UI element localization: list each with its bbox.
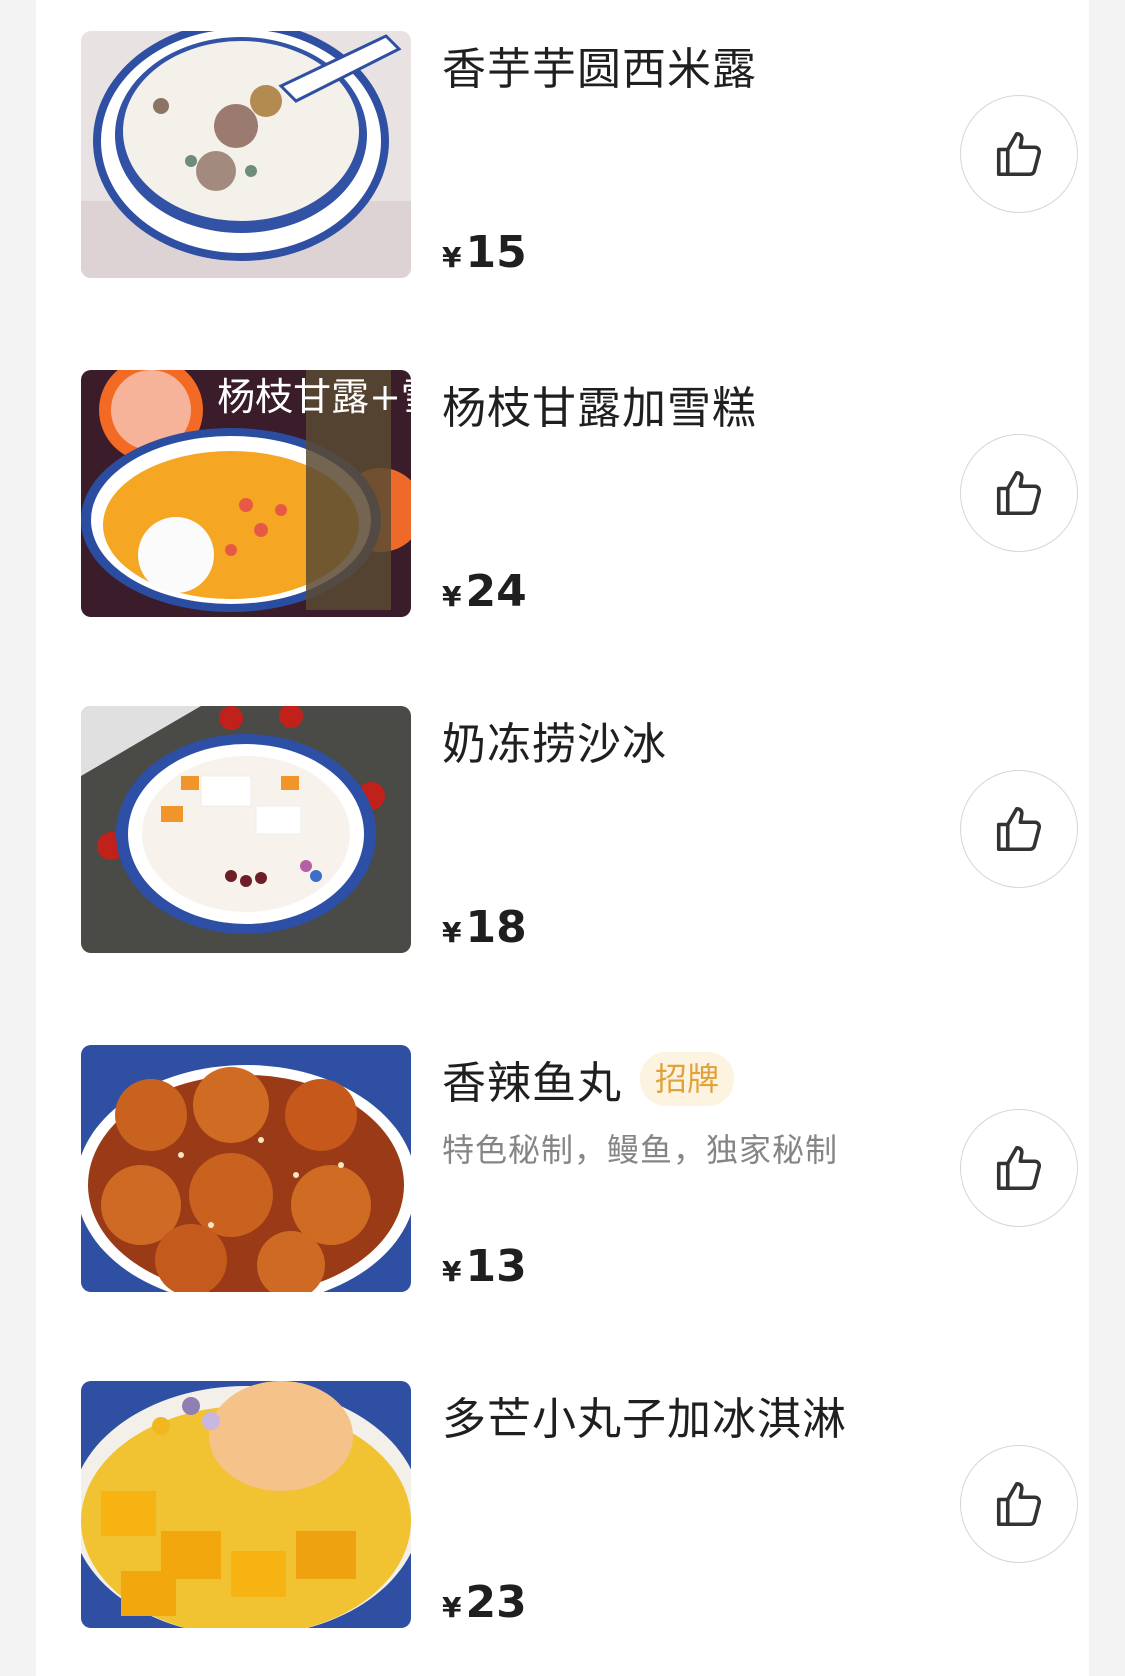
milk-jelly-shaved-ice-photo[interactable] xyxy=(81,706,411,953)
like-button[interactable] xyxy=(960,434,1078,552)
currency-symbol: ¥ xyxy=(442,1255,462,1288)
menu-item[interactable]: 香芋芋圆西米露 ¥ 15 xyxy=(81,31,1089,278)
item-price: ¥ 23 xyxy=(442,1577,527,1633)
currency-symbol: ¥ xyxy=(442,916,462,949)
thumbs-up-icon xyxy=(996,1481,1042,1527)
item-price: ¥ 18 xyxy=(442,902,527,958)
item-name: 香芋芋圆西米露 xyxy=(442,44,757,95)
like-button[interactable] xyxy=(960,1109,1078,1227)
currency-symbol: ¥ xyxy=(442,241,462,274)
price-amount: 24 xyxy=(465,566,527,617)
taro-sago-dessert-photo[interactable] xyxy=(81,31,411,278)
like-button[interactable] xyxy=(960,770,1078,888)
image-caption: 杨枝甘露+雪糕 xyxy=(217,375,411,419)
thumbs-up-icon xyxy=(996,470,1042,516)
item-name: 香辣鱼丸 xyxy=(442,1058,622,1109)
item-name: 杨枝甘露加雪糕 xyxy=(442,383,757,434)
item-name: 多芒小丸子加冰淇淋 xyxy=(442,1394,847,1445)
menu-item[interactable]: 多芒小丸子加冰淇淋 ¥ 23 xyxy=(81,1381,1089,1628)
item-description: 特色秘制，鳗鱼，独家秘制 xyxy=(442,1131,839,1169)
thumbs-up-icon xyxy=(996,1145,1042,1191)
like-button[interactable] xyxy=(960,95,1078,213)
item-price: ¥ 15 xyxy=(442,227,527,283)
price-amount: 23 xyxy=(465,1577,527,1628)
like-button[interactable] xyxy=(960,1445,1078,1563)
thumbs-up-icon xyxy=(996,806,1042,852)
menu-item[interactable]: 香辣鱼丸 招牌 特色秘制，鳗鱼，独家秘制 ¥ 13 xyxy=(81,1045,1089,1292)
item-price: ¥ 24 xyxy=(442,566,527,622)
currency-symbol: ¥ xyxy=(442,580,462,613)
price-amount: 15 xyxy=(465,227,527,278)
spicy-fish-balls-photo[interactable] xyxy=(81,1045,411,1292)
menu-item[interactable]: 奶冻捞沙冰 ¥ 18 xyxy=(81,706,1089,953)
signature-badge: 招牌 xyxy=(640,1052,735,1106)
menu-panel: 香芋芋圆西米露 ¥ 15 杨枝甘露+ 杨枝甘露加雪糕 ¥ 24 奶冻捞沙冰 ¥ … xyxy=(36,0,1089,1676)
item-price: ¥ 13 xyxy=(442,1241,527,1297)
price-amount: 13 xyxy=(465,1241,527,1292)
menu-item[interactable]: 杨枝甘露+雪糕 杨枝甘露加雪糕 ¥ 24 xyxy=(81,370,1089,617)
mango-pomelo-ice-cream-photo[interactable]: 杨枝甘露+雪糕 xyxy=(81,370,411,617)
item-name: 奶冻捞沙冰 xyxy=(442,719,667,770)
currency-symbol: ¥ xyxy=(442,1591,462,1624)
mango-balls-ice-cream-photo[interactable] xyxy=(81,1381,411,1628)
thumbs-up-icon xyxy=(996,131,1042,177)
price-amount: 18 xyxy=(465,902,527,953)
